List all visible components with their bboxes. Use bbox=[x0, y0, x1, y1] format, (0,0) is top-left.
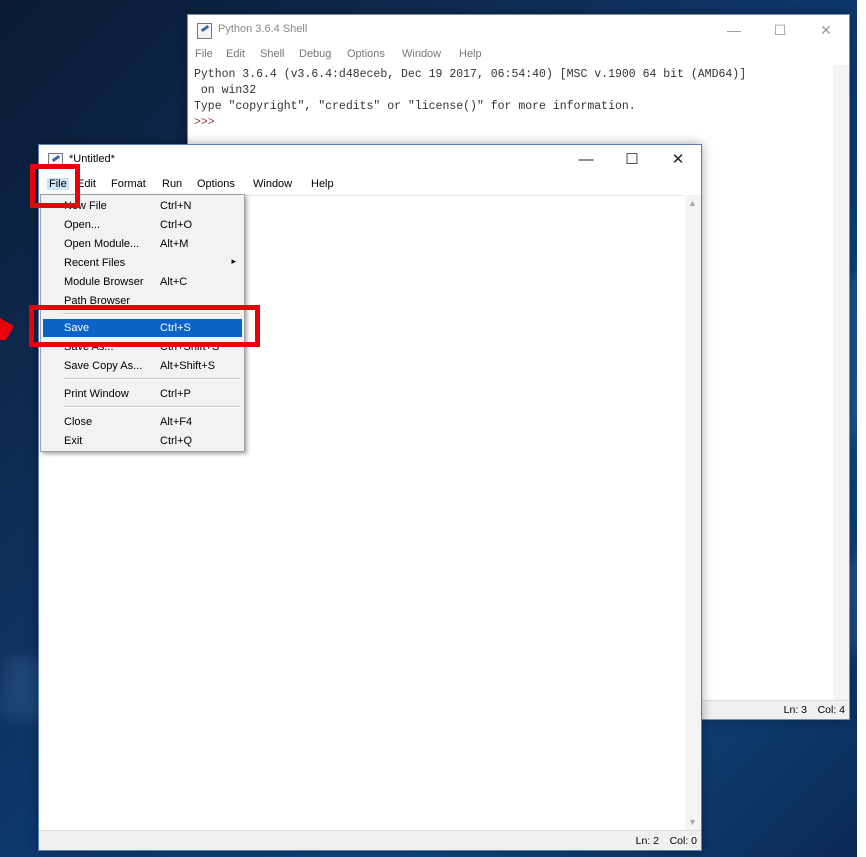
minimize-icon[interactable]: — bbox=[563, 145, 609, 175]
submenu-arrow-icon: ▸ bbox=[231, 256, 236, 266]
shell-line: on win32 bbox=[194, 84, 257, 97]
menu-item-close[interactable]: Close Alt+F4 bbox=[43, 413, 242, 431]
menu-format[interactable]: Format bbox=[111, 178, 146, 190]
maximize-icon[interactable]: ☐ bbox=[757, 15, 803, 45]
minimize-icon[interactable]: — bbox=[711, 15, 757, 45]
shell-prompt: >>> bbox=[194, 116, 215, 129]
shell-line: Python 3.6.4 (v3.6.4:d48eceb, Dec 19 201… bbox=[194, 68, 747, 81]
scroll-up-icon[interactable]: ▲ bbox=[688, 198, 697, 208]
editor-status-line: Ln: 2 bbox=[635, 835, 659, 847]
menu-item-save-copy-as[interactable]: Save Copy As... Alt+Shift+S bbox=[43, 357, 242, 375]
shell-menu-debug[interactable]: Debug bbox=[299, 48, 331, 60]
menu-item-exit[interactable]: Exit Ctrl+Q bbox=[43, 432, 242, 450]
shell-menu-help[interactable]: Help bbox=[459, 48, 482, 60]
shell-titlebar[interactable]: Python 3.6.4 Shell — ☐ ✕ bbox=[188, 15, 849, 45]
shell-menu-window[interactable]: Window bbox=[402, 48, 441, 60]
menu-separator bbox=[63, 406, 240, 408]
shell-menu-options[interactable]: Options bbox=[347, 48, 385, 60]
menu-item-print-window[interactable]: Print Window Ctrl+P bbox=[43, 385, 242, 403]
pointer-arrow-icon bbox=[0, 318, 14, 340]
idle-file-icon bbox=[197, 23, 212, 39]
shell-status-line: Ln: 3 bbox=[783, 704, 807, 716]
menu-item-open[interactable]: Open... Ctrl+O bbox=[43, 216, 242, 234]
maximize-icon[interactable]: ☐ bbox=[609, 145, 655, 175]
menu-item-recent-files[interactable]: Recent Files ▸ bbox=[43, 254, 242, 272]
file-menu-highlight-box bbox=[30, 164, 80, 208]
shell-menubar: File Edit Shell Debug Options Window Hel… bbox=[188, 45, 849, 65]
shell-menu-shell[interactable]: Shell bbox=[260, 48, 284, 60]
save-item-highlight-box bbox=[29, 305, 260, 347]
shell-window-title: Python 3.6.4 Shell bbox=[218, 23, 308, 35]
editor-scrollbar[interactable]: ▲ ▼ bbox=[685, 195, 701, 830]
menu-item-open-module[interactable]: Open Module... Alt+M bbox=[43, 235, 242, 253]
close-icon[interactable]: ✕ bbox=[655, 145, 701, 175]
editor-menubar: File Edit Format Run Options Window Help bbox=[39, 175, 701, 195]
menu-run[interactable]: Run bbox=[162, 178, 182, 190]
shell-line: Type "copyright", "credits" or "license(… bbox=[194, 100, 636, 113]
editor-statusbar: Ln: 2 Col: 0 bbox=[39, 830, 701, 850]
menu-separator bbox=[63, 378, 240, 380]
shell-menu-file[interactable]: File bbox=[195, 48, 213, 60]
shell-output[interactable]: Python 3.6.4 (v3.6.4:d48eceb, Dec 19 201… bbox=[194, 67, 831, 131]
scroll-down-icon[interactable]: ▼ bbox=[688, 817, 697, 827]
menu-options[interactable]: Options bbox=[197, 178, 235, 190]
shell-scrollbar[interactable] bbox=[833, 65, 849, 701]
editor-titlebar[interactable]: *Untitled* — ☐ ✕ bbox=[39, 145, 701, 175]
menu-help[interactable]: Help bbox=[311, 178, 334, 190]
menu-item-module-browser[interactable]: Module Browser Alt+C bbox=[43, 273, 242, 291]
menu-window[interactable]: Window bbox=[253, 178, 292, 190]
shell-status-col: Col: 4 bbox=[817, 704, 845, 716]
editor-status-col: Col: 0 bbox=[669, 835, 697, 847]
close-icon[interactable]: ✕ bbox=[803, 15, 849, 45]
shell-menu-edit[interactable]: Edit bbox=[226, 48, 245, 60]
